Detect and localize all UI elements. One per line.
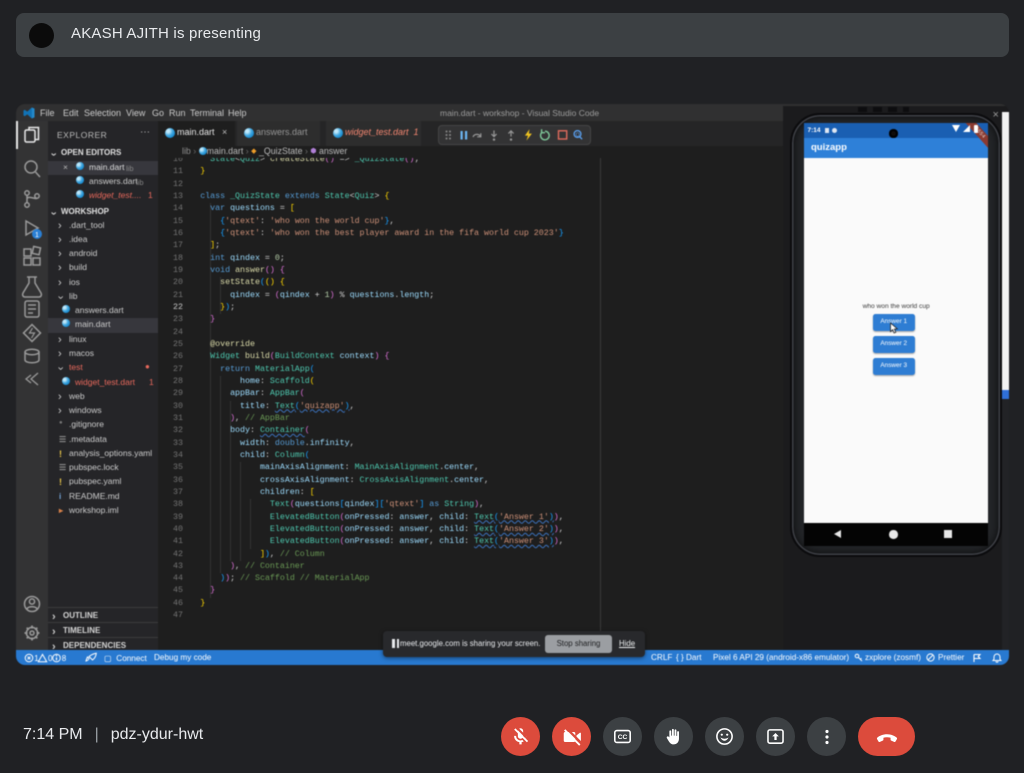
svg-text:Q: Q (576, 132, 580, 138)
svg-text:0: 0 (48, 654, 53, 663)
svg-text:8: 8 (62, 654, 67, 663)
svg-text:1: 1 (34, 654, 39, 663)
svg-text:1: 1 (35, 232, 39, 239)
svg-text:CC: CC (618, 734, 628, 741)
